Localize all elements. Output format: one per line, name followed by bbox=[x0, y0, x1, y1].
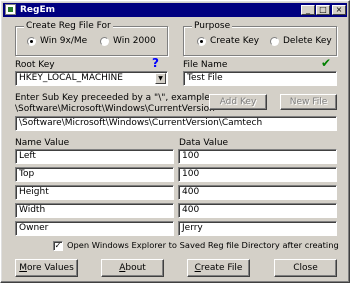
new-file-button[interactable]: New File bbox=[280, 94, 337, 110]
name-value-text: Owner bbox=[19, 223, 49, 233]
name-value-text: Width bbox=[19, 205, 46, 215]
data-value-text: 400 bbox=[182, 187, 200, 197]
data-value-input[interactable]: 100 bbox=[178, 149, 337, 164]
app-icon bbox=[5, 4, 16, 15]
data-value-text: 400 bbox=[182, 205, 200, 215]
file-name-input[interactable]: Test File bbox=[183, 71, 337, 86]
more-values-label: ore Values bbox=[26, 263, 74, 273]
root-key-label: Root Key bbox=[15, 60, 55, 70]
file-name-label: File Name bbox=[183, 60, 228, 70]
open-explorer-checkbox[interactable]: ✓ bbox=[53, 241, 63, 251]
win9x-label[interactable]: Win 9x/Me bbox=[40, 36, 87, 47]
subkey-instruction-line2: \Software\Microsoft\Windows\CurrentVersi… bbox=[15, 104, 215, 114]
title-bar[interactable]: RegEm _ □ × bbox=[3, 3, 347, 17]
create-key-radio[interactable] bbox=[197, 37, 206, 46]
minimize-button[interactable]: _ bbox=[301, 5, 315, 15]
create-file-label: reate File bbox=[200, 263, 243, 273]
create-file-button[interactable]: Create File bbox=[187, 259, 250, 277]
win2000-label[interactable]: Win 2000 bbox=[113, 36, 156, 47]
maximize-button[interactable]: □ bbox=[316, 5, 330, 15]
data-value-input[interactable]: Jerry bbox=[178, 221, 337, 236]
subkey-value: \Software\Microsoft\Windows\CurrentVersi… bbox=[19, 118, 263, 128]
create-for-legend: Create Reg File For bbox=[24, 21, 113, 32]
regem-window: RegEm _ □ × Create Reg File For Win 9x/M… bbox=[0, 0, 350, 283]
more-values-button[interactable]: More Values bbox=[15, 259, 78, 277]
subkey-input[interactable]: \Software\Microsoft\Windows\CurrentVersi… bbox=[15, 116, 337, 131]
file-name-value: Test File bbox=[187, 73, 223, 83]
name-value-input[interactable]: Left bbox=[15, 149, 174, 164]
more-values-mnemonic: M bbox=[19, 263, 27, 273]
data-value-text: 100 bbox=[182, 169, 200, 179]
name-value-input[interactable]: Height bbox=[15, 185, 174, 200]
help-icon[interactable]: ? bbox=[152, 57, 159, 70]
checkmark-icon: ✔ bbox=[321, 56, 332, 70]
name-value-input[interactable]: Top bbox=[15, 167, 174, 182]
about-label: bout bbox=[125, 263, 146, 273]
close-button[interactable]: Close bbox=[274, 259, 337, 277]
close-label: Close bbox=[293, 263, 318, 273]
name-value-input[interactable]: Owner bbox=[15, 221, 174, 236]
delete-key-label[interactable]: Delete Key bbox=[283, 36, 332, 47]
add-key-button[interactable]: Add Key bbox=[209, 94, 267, 110]
data-value-input[interactable]: 400 bbox=[178, 185, 337, 200]
subkey-instruction-line1: Enter Sub Key preceeded by a "\", exampl… bbox=[15, 93, 213, 103]
root-key-value: HKEY_LOCAL_MACHINE bbox=[19, 73, 123, 83]
data-value-text: Jerry bbox=[182, 223, 203, 233]
name-value-input[interactable]: Width bbox=[15, 203, 174, 218]
data-value-header: Data Value bbox=[179, 138, 229, 148]
win2000-radio[interactable] bbox=[100, 37, 109, 46]
data-value-text: 100 bbox=[182, 151, 200, 161]
data-value-input[interactable]: 100 bbox=[178, 167, 337, 182]
close-window-button[interactable]: × bbox=[332, 5, 346, 15]
open-explorer-label[interactable]: Open Windows Explorer to Saved Reg file … bbox=[67, 240, 339, 251]
purpose-legend: Purpose bbox=[192, 21, 233, 32]
win9x-radio[interactable] bbox=[27, 37, 36, 46]
name-value-header: Name Value bbox=[15, 138, 70, 148]
delete-key-radio[interactable] bbox=[270, 37, 279, 46]
name-value-text: Height bbox=[19, 187, 49, 197]
chevron-down-icon[interactable]: ▼ bbox=[155, 73, 166, 84]
about-button[interactable]: About bbox=[101, 259, 164, 277]
data-value-input[interactable]: 400 bbox=[178, 203, 337, 218]
create-key-label[interactable]: Create Key bbox=[210, 36, 259, 47]
name-value-text: Left bbox=[19, 151, 36, 161]
window-title: RegEm bbox=[20, 5, 56, 15]
name-value-text: Top bbox=[19, 169, 35, 179]
root-key-combo[interactable]: HKEY_LOCAL_MACHINE ▼ bbox=[15, 71, 168, 86]
